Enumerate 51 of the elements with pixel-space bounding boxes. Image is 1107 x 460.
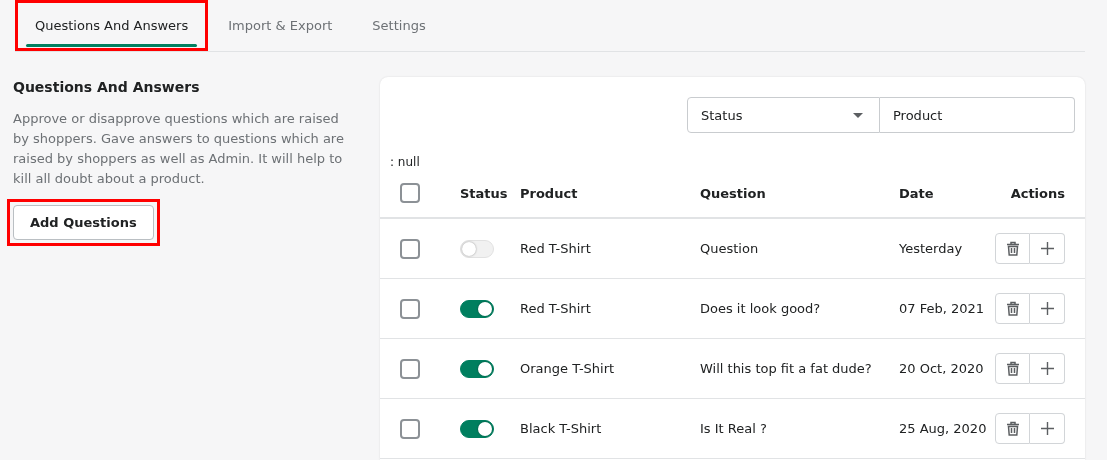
trash-icon bbox=[1005, 241, 1020, 256]
plus-icon bbox=[1040, 302, 1054, 315]
delete-button[interactable] bbox=[995, 353, 1030, 384]
date-cell-text: Yesterday bbox=[899, 241, 964, 256]
add-button[interactable] bbox=[1030, 353, 1065, 384]
row-checkbox[interactable] bbox=[400, 358, 420, 379]
question-cell-text: Will this top fit a fat dude? bbox=[700, 361, 873, 376]
date-cell-text: 20 Oct, 2020 bbox=[899, 361, 985, 376]
status-toggle[interactable] bbox=[460, 299, 494, 318]
question-cell-text: Does it look good? bbox=[700, 301, 822, 316]
trash-icon bbox=[1005, 301, 1020, 316]
tab[interactable]: Settings bbox=[352, 0, 446, 51]
caret-icon bbox=[853, 112, 863, 118]
add-button[interactable] bbox=[1030, 413, 1065, 444]
plus-icon bbox=[1040, 362, 1054, 375]
date-cell-text: 07 Feb, 2021 bbox=[899, 301, 986, 316]
select-all-checkbox[interactable] bbox=[400, 183, 420, 203]
status-toggle[interactable] bbox=[460, 359, 494, 378]
plus-icon bbox=[1040, 242, 1054, 255]
tab[interactable]: Questions And Answers bbox=[15, 0, 209, 51]
column-header: Date bbox=[899, 185, 935, 201]
delete-button[interactable] bbox=[995, 413, 1030, 444]
section-title: Questions And Answers bbox=[13, 79, 201, 95]
column-header: Question bbox=[700, 185, 767, 201]
column-header: Actions bbox=[1010, 185, 1065, 201]
row-checkbox[interactable] bbox=[400, 418, 420, 439]
debug-text: : null bbox=[390, 155, 421, 169]
status-select[interactable]: Status bbox=[687, 97, 880, 133]
status-toggle[interactable] bbox=[460, 419, 494, 438]
product-cell-text: Red T-Shirt bbox=[520, 301, 592, 316]
section-description: Approve or disapprove questions which are raised by shoppers. Gave answers to questions which are raised by shoppers as well as Admin. It will help to kill all doubt about a product. bbox=[13, 110, 345, 188]
date-cell-text: 25 Aug, 2020 bbox=[899, 421, 988, 436]
product-cell-text: Orange T-Shirt bbox=[520, 361, 616, 376]
row-checkbox[interactable] bbox=[400, 238, 420, 259]
add-button[interactable] bbox=[1030, 233, 1065, 264]
add-button[interactable] bbox=[1030, 293, 1065, 324]
column-header: Product bbox=[520, 185, 579, 201]
add-questions-button[interactable]: Add Questions bbox=[13, 205, 154, 240]
product-field[interactable]: Product bbox=[880, 97, 1075, 133]
trash-icon bbox=[1005, 421, 1020, 436]
product-cell-text: Black T-Shirt bbox=[520, 421, 603, 436]
delete-button[interactable] bbox=[995, 233, 1030, 264]
tab[interactable]: Import & Export bbox=[208, 0, 353, 51]
row-checkbox[interactable] bbox=[400, 298, 420, 319]
column-header: Status bbox=[460, 185, 509, 201]
plus-icon bbox=[1040, 422, 1054, 435]
question-cell-text: Question bbox=[700, 241, 760, 256]
trash-icon bbox=[1005, 361, 1020, 376]
delete-button[interactable] bbox=[995, 293, 1030, 324]
product-cell-text: Red T-Shirt bbox=[520, 241, 592, 256]
question-cell-text: Is It Real ? bbox=[700, 421, 768, 436]
